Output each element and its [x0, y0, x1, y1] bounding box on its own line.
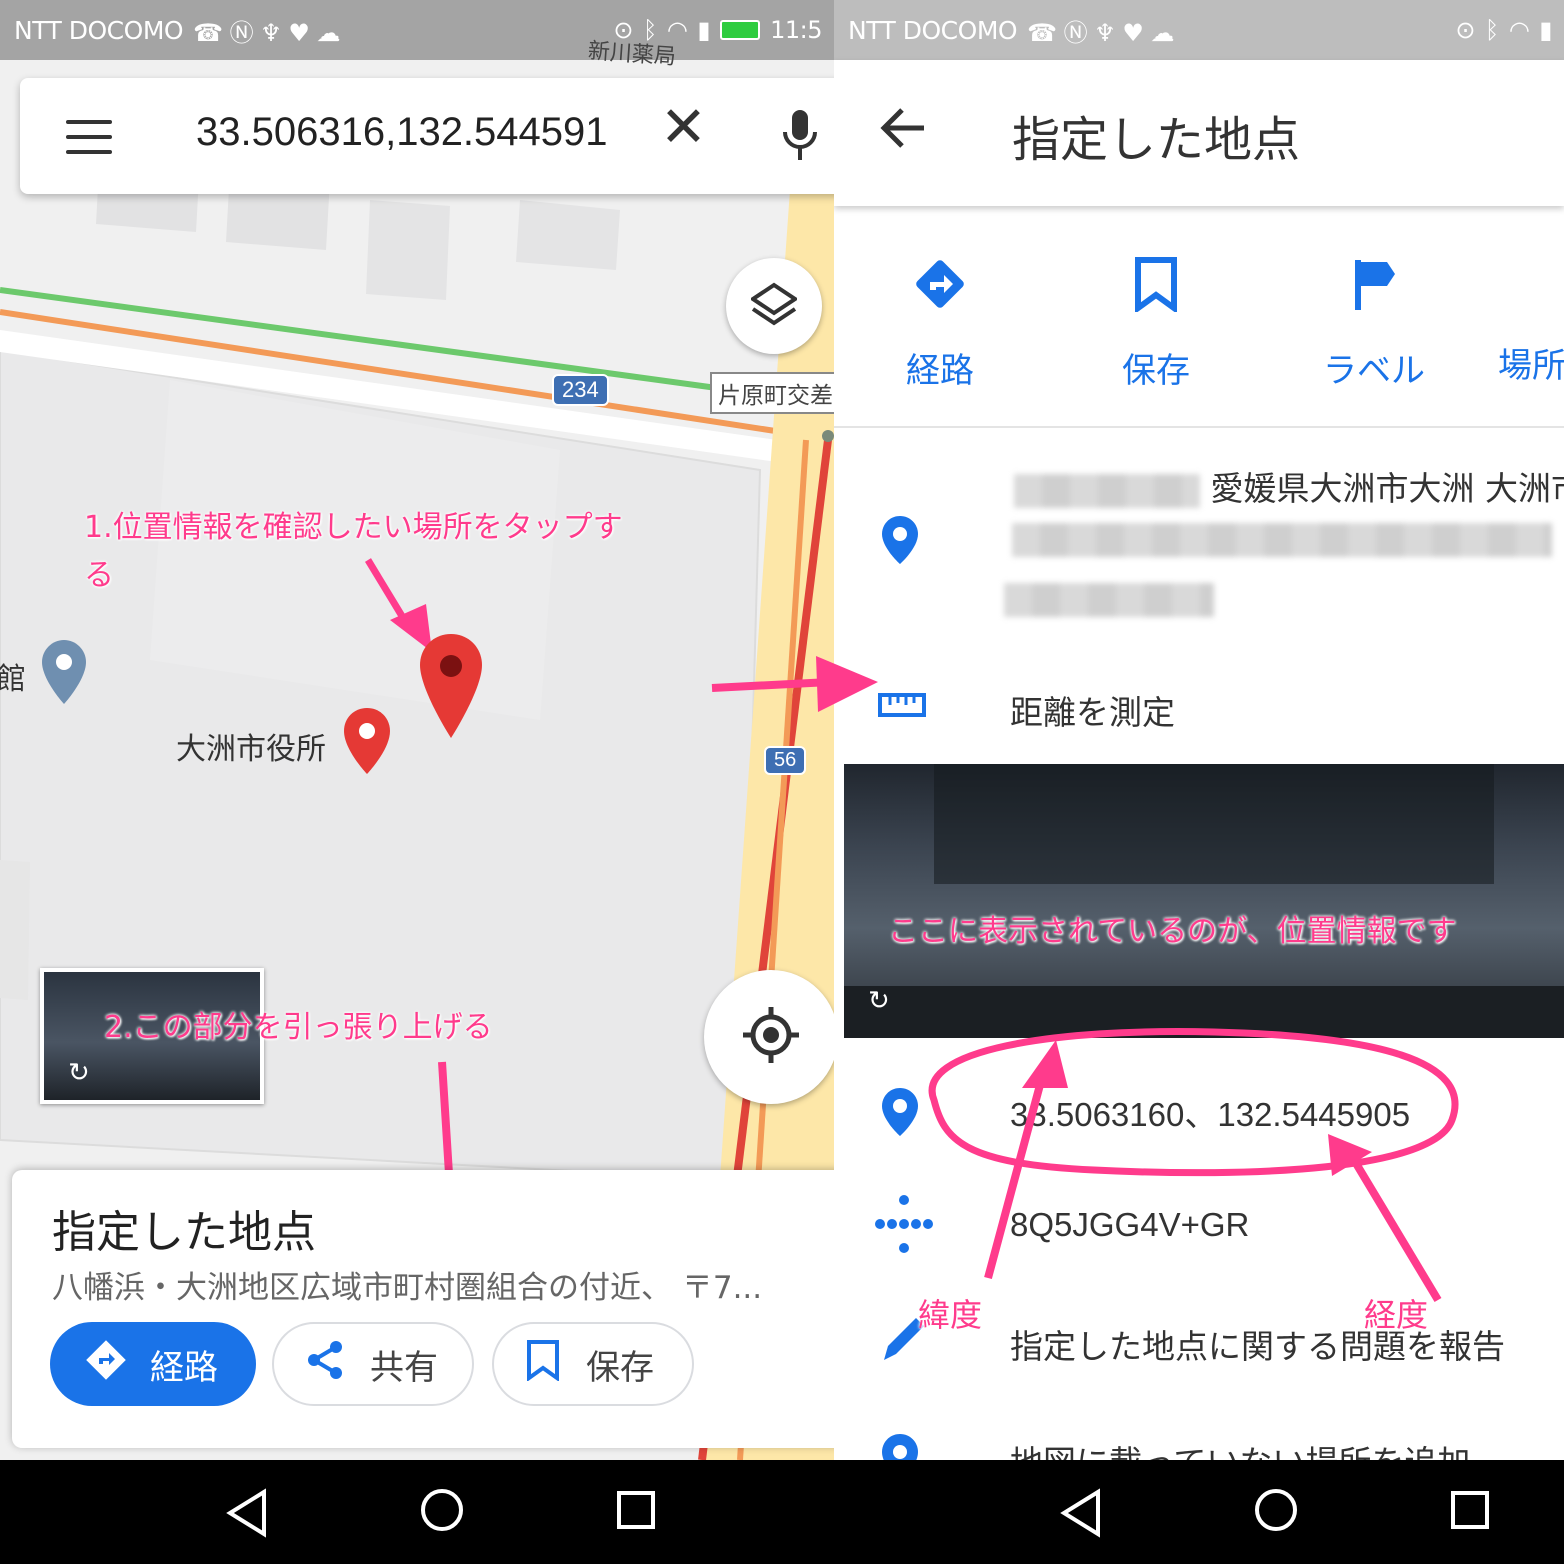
share-label: 共有: [370, 1347, 438, 1388]
add-place-pin-icon: [880, 1432, 920, 1460]
poi-pin-icon[interactable]: [40, 638, 88, 710]
search-input[interactable]: 33.506316,132.544591: [196, 110, 608, 155]
map-screen: NTT DOCOMO ☎ Ⓝ ♆ ♥ ☁ ⊙ ᛒ ◠ ▮ 11:5 新川薬局 3…: [0, 0, 834, 1460]
clear-icon[interactable]: ✕: [660, 100, 707, 156]
longitude-annotation: 経度: [1364, 1296, 1429, 1334]
measure-distance-item[interactable]: 距離を測定: [1010, 686, 1175, 734]
pharmacy-label: 新川薬局: [587, 38, 677, 71]
location-icon-right: ⊙: [1455, 16, 1475, 44]
route-56-shield: 56: [764, 746, 807, 775]
carrier-name-right: NTT DOCOMO: [848, 15, 1018, 45]
address-line3: [1004, 578, 1214, 617]
directions-label: 経路: [150, 1347, 218, 1388]
crosshair-icon: [741, 1005, 801, 1069]
step1-annotation: 1.位置情報を確認したい場所をタップす る: [84, 510, 623, 593]
recents-nav-icon[interactable]: [616, 1490, 656, 1534]
rotate-360-icon: ↻: [68, 1058, 90, 1088]
share-button[interactable]: 共有: [272, 1322, 474, 1406]
directions-icon: [912, 260, 968, 321]
redacted-text: [1012, 522, 1552, 557]
signal-icon-right: ▮: [1539, 16, 1552, 44]
details-title: 指定した地点: [1012, 112, 1301, 168]
flag-icon: [1349, 260, 1399, 321]
place-pin-icon: [880, 514, 920, 570]
save-button[interactable]: 保存: [492, 1322, 694, 1406]
photo-annotation: ここに表示されているのが、位置情報です: [888, 914, 1457, 949]
menu-icon[interactable]: [66, 120, 112, 154]
building-facade: [934, 764, 1494, 884]
place-card[interactable]: 指定した地点 八幡浜・大洲地区広域市町村圏組合の付近、 〒7... 経路 共有 …: [12, 1170, 834, 1448]
divider: [834, 426, 1564, 428]
status-bar: NTT DOCOMO ☎ Ⓝ ♆ ♥ ☁ ⊙ ᛒ ◠ ▮ 11:5: [0, 0, 834, 60]
bookmark-icon: [526, 1339, 560, 1390]
android-nav-bar: [0, 1460, 1564, 1564]
street-view-photo[interactable]: ここに表示されているのが、位置情報です ↻: [844, 764, 1564, 1038]
battery-icon: [720, 20, 761, 40]
notification-icons: ☎ Ⓝ ♆ ♥ ☁: [193, 18, 341, 47]
action-more[interactable]: 場所: [1498, 338, 1564, 387]
wifi-icon-right: ◠: [1508, 16, 1530, 44]
directions-button[interactable]: 経路: [50, 1322, 256, 1406]
share-icon: [304, 1339, 346, 1390]
redacted-text: [1004, 582, 1214, 617]
home-nav-icon[interactable]: [418, 1486, 466, 1538]
step2-annotation: 2.この部分を引っ張り上げる: [104, 1010, 493, 1045]
redacted-text: [1014, 473, 1200, 508]
clock: 11:5: [770, 16, 822, 44]
layers-button[interactable]: [726, 258, 822, 354]
action-save[interactable]: 保存: [1076, 256, 1236, 392]
city-hall-label[interactable]: 大洲市役所: [176, 724, 326, 768]
details-header: 指定した地点: [834, 60, 1564, 206]
home-nav-icon-right[interactable]: [1252, 1486, 1300, 1538]
latitude-annotation: 緯度: [918, 1296, 983, 1334]
recents-nav-icon-right[interactable]: [1450, 1490, 1490, 1534]
bluetooth-icon-right: ᛒ: [1484, 16, 1499, 44]
back-nav-icon-right[interactable]: [1058, 1488, 1104, 1542]
route-234-shield: 234: [552, 374, 609, 406]
bookmark-icon: [1133, 257, 1179, 321]
city-hall-pin-icon[interactable]: [342, 706, 392, 780]
back-nav-icon[interactable]: [224, 1488, 270, 1542]
dropped-pin-icon[interactable]: [418, 632, 484, 744]
layers-icon: [749, 281, 799, 331]
system-icons-right: ⊙ ᛒ ◠ ▮: [1455, 16, 1552, 44]
intersection-label: 片原町交差: [710, 372, 834, 414]
notification-icons-right: ☎ Ⓝ ♆ ♥ ☁: [1027, 18, 1175, 47]
ruler-icon: [878, 692, 926, 722]
search-bar[interactable]: 33.506316,132.544591 ✕: [20, 78, 834, 194]
microphone-icon[interactable]: [780, 108, 820, 168]
panel-transition-arrow: [711, 656, 878, 712]
place-details-screen: NTT DOCOMO ☎ Ⓝ ♆ ♥ ☁ ⊙ ᛒ ◠ ▮ 指定した地点 経路 保…: [834, 0, 1564, 1460]
directions-icon: [84, 1338, 128, 1391]
save-label: 保存: [586, 1347, 654, 1388]
add-missing-place-item[interactable]: 地図に載っていない場所を追加: [1010, 1436, 1470, 1460]
place-title: 指定した地点: [52, 1207, 316, 1258]
address-line2: [1012, 518, 1552, 557]
place-subtitle: 八幡浜・大洲地区広域市町村圏組合の付近、 〒7...: [52, 1270, 763, 1306]
poi-partial-label: 館: [0, 662, 26, 697]
action-label[interactable]: ラベル: [1294, 256, 1454, 392]
signal-icon: ▮: [697, 16, 711, 44]
address-row[interactable]: 愛媛県大洲市大洲 大洲市: [1014, 462, 1564, 510]
carrier-name: NTT DOCOMO: [14, 15, 184, 45]
my-location-button[interactable]: [704, 970, 834, 1104]
address-text: 愛媛県大洲市大洲 大洲市: [1210, 469, 1564, 508]
status-bar-right: NTT DOCOMO ☎ Ⓝ ♆ ♥ ☁ ⊙ ᛒ ◠ ▮: [834, 0, 1564, 60]
back-arrow-icon[interactable]: [878, 106, 928, 154]
action-directions[interactable]: 経路: [860, 256, 1020, 392]
